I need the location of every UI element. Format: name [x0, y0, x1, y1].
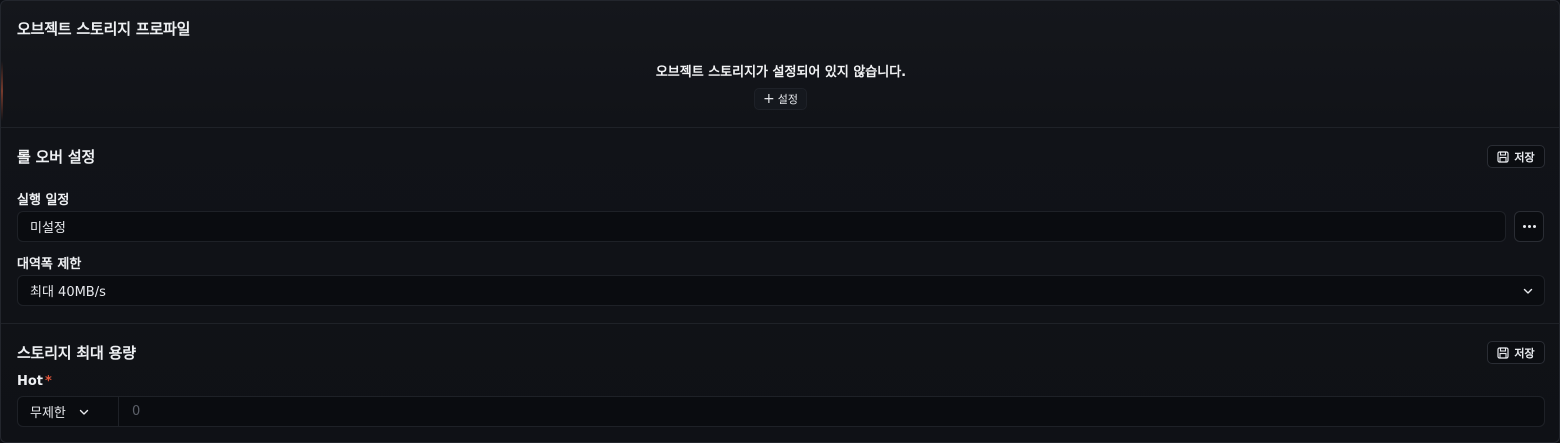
bandwidth-value: 최대 40MB/s	[30, 285, 106, 300]
schedule-value: 미설정	[30, 221, 66, 236]
object-storage-section: 오브젝트 스토리지 프로파일 오브젝트 스토리지가 설정되어 있지 않습니다. …	[1, 1, 1559, 127]
more-icon	[1522, 225, 1536, 228]
rollover-section: 롤 오버 설정 저장 실행 일정 미설정 대역폭 제한 최대 40MB/s	[1, 127, 1559, 323]
schedule-more-button[interactable]	[1514, 211, 1544, 242]
capacity-input[interactable]: 0	[132, 397, 1544, 426]
bandwidth-label: 대역폭 제한	[17, 257, 82, 272]
storage-capacity-section: 스토리지 최대 용량 저장 Hot * 무제한 0	[1, 323, 1559, 442]
capacity-save-label: 저장	[1514, 346, 1535, 360]
required-mark: *	[45, 374, 52, 389]
hot-capacity-field: 무제한 0	[17, 396, 1545, 427]
save-icon	[1497, 346, 1509, 359]
rollover-save-label: 저장	[1514, 150, 1535, 164]
app-frame: 오브젝트 스토리지 프로파일 오브젝트 스토리지가 설정되어 있지 않습니다. …	[0, 0, 1560, 443]
plus-icon: +	[763, 90, 775, 107]
schedule-field[interactable]: 미설정	[17, 211, 1506, 242]
hot-label: Hot *	[17, 374, 52, 389]
save-icon	[1497, 150, 1509, 163]
empty-state-message: 오브젝트 스토리지가 설정되어 있지 않습니다.	[655, 65, 907, 80]
rollover-title: 롤 오버 설정	[17, 148, 96, 166]
capacity-placeholder: 0	[132, 404, 141, 419]
setup-button-label: 설정	[777, 93, 798, 106]
chevron-down-icon	[79, 409, 89, 415]
bandwidth-select[interactable]: 최대 40MB/s	[17, 275, 1545, 306]
chevron-down-icon	[1523, 288, 1533, 294]
schedule-label: 실행 일정	[17, 193, 70, 208]
object-storage-title: 오브젝트 스토리지 프로파일	[17, 20, 191, 38]
capacity-save-button[interactable]: 저장	[1487, 341, 1545, 364]
storage-capacity-title: 스토리지 최대 용량	[17, 344, 136, 362]
unit-select-value: 무제한	[30, 406, 66, 421]
setup-button[interactable]: + 설정	[754, 88, 807, 110]
rollover-save-button[interactable]: 저장	[1487, 145, 1545, 168]
hot-label-text: Hot	[17, 374, 44, 389]
unit-select[interactable]: 무제한	[18, 397, 119, 426]
